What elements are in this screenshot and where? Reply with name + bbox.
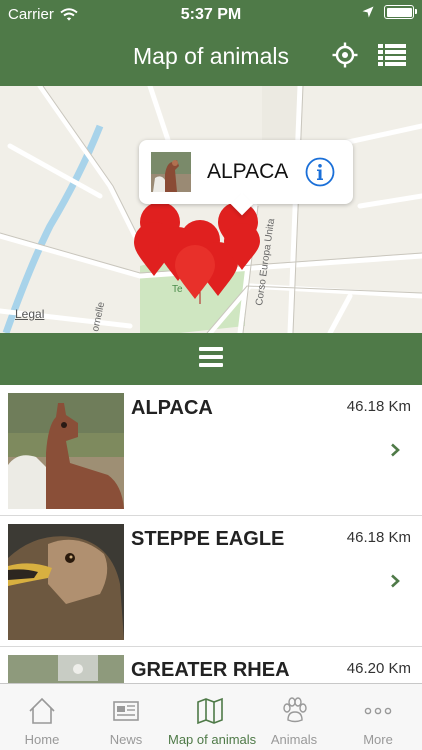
chevron-right-icon <box>391 574 400 588</box>
animal-thumbnail <box>8 524 124 640</box>
nav-header: Carrier 5:37 PM Map of animals <box>0 0 422 86</box>
tab-more[interactable]: More <box>336 684 420 750</box>
hamburger-menu-icon[interactable] <box>199 347 223 369</box>
animal-distance: 46.18 Km <box>346 398 411 415</box>
more-dots-icon <box>364 707 392 715</box>
tab-label: Map of animals <box>168 732 257 747</box>
status-right <box>362 5 417 19</box>
tab-label: News <box>109 732 143 747</box>
crosshair-icon[interactable] <box>332 42 358 68</box>
tab-label: More <box>363 732 393 747</box>
animal-thumbnail <box>8 655 124 683</box>
animal-row-greater-rhea[interactable]: GREATER RHEA 46.20 Km <box>0 647 422 683</box>
house-icon <box>29 697 55 724</box>
animal-list[interactable]: ALPACA 46.18 Km STEPPE EAGLE 46.18 Km GR… <box>0 385 422 683</box>
callout-animal-name: ALPACA <box>207 160 289 183</box>
carrier-group: Carrier <box>8 6 78 23</box>
map-legal-link[interactable]: Legal <box>15 307 44 321</box>
menu-bar <box>0 333 422 385</box>
animal-name: ALPACA <box>131 397 213 419</box>
battery-icon <box>384 5 417 19</box>
street-label-te: Te <box>172 284 183 295</box>
callout-animal-thumbnail <box>151 152 191 192</box>
tab-map-of-animals[interactable]: Map of animals <box>168 684 257 750</box>
animal-distance: 46.18 Km <box>346 529 411 546</box>
animal-thumbnail <box>8 393 124 509</box>
animal-name: GREATER RHEA <box>131 659 290 681</box>
map-roads: Corso Europa Unita ornelle Te <box>0 86 422 333</box>
tab-label: Home <box>24 732 60 747</box>
tab-home[interactable]: Home <box>0 684 84 750</box>
tab-bar: Home News Map of animals Animals More <box>0 683 422 750</box>
animal-row-steppe-eagle[interactable]: STEPPE EAGLE 46.18 Km <box>0 516 422 647</box>
animal-distance: 46.20 Km <box>346 660 411 677</box>
map-callout[interactable]: ALPACA <box>139 140 353 204</box>
street-label-corso-europa: Corso Europa Unita <box>254 217 277 306</box>
carrier-label: Carrier <box>8 6 54 23</box>
location-arrow-icon <box>362 6 374 18</box>
animals-map[interactable]: Corso Europa Unita ornelle Te Legal ALPA… <box>0 86 422 333</box>
wifi-icon <box>60 8 78 21</box>
info-icon[interactable] <box>305 157 335 187</box>
tab-label: Animals <box>270 732 318 747</box>
animal-name: STEPPE EAGLE <box>131 528 285 550</box>
tab-animals[interactable]: Animals <box>252 684 336 750</box>
tab-news[interactable]: News <box>84 684 168 750</box>
paw-icon <box>283 697 307 723</box>
street-label-ornelle: ornelle <box>90 301 107 333</box>
list-view-icon[interactable] <box>378 43 406 67</box>
map-icon <box>197 697 223 725</box>
page-title: Map of animals <box>133 43 289 69</box>
newspaper-icon <box>113 701 139 721</box>
status-bar: Carrier 5:37 PM <box>0 0 422 30</box>
chevron-right-icon <box>391 443 400 457</box>
animal-row-alpaca[interactable]: ALPACA 46.18 Km <box>0 385 422 516</box>
